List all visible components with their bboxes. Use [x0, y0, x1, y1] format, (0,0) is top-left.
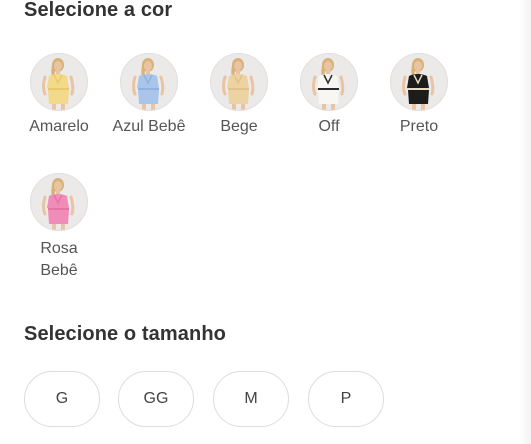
size-option-m[interactable]: M [213, 371, 289, 427]
dress-photo-icon [402, 58, 435, 110]
color-thumbnail [30, 53, 88, 111]
color-thumbnail [120, 53, 178, 111]
color-option-rosa-bebe[interactable]: Rosa Bebê [14, 173, 104, 282]
size-option-gg[interactable]: GG [118, 371, 194, 427]
size-section-title: Selecione o tamanho [24, 323, 226, 345]
color-option-off[interactable]: Off [284, 53, 374, 137]
color-option-label: Off [318, 118, 340, 135]
color-thumbnail [390, 53, 448, 111]
dress-photo-icon [42, 58, 75, 110]
color-option-azul-bebe[interactable]: Azul Bebê [104, 53, 194, 137]
color-thumbnail [30, 173, 88, 231]
color-option-label: Preto [399, 118, 439, 135]
color-option-amarelo[interactable]: Amarelo [14, 53, 104, 137]
dress-photo-icon [42, 178, 75, 230]
dress-photo-icon [222, 58, 255, 110]
size-option-p[interactable]: P [308, 371, 384, 427]
color-option-preto[interactable]: Preto [374, 53, 464, 137]
color-section-title: Selecione a cor [24, 0, 173, 21]
color-option-bege[interactable]: Bege [194, 53, 284, 137]
color-thumbnail [210, 53, 268, 111]
color-option-label: Bege [220, 118, 258, 135]
color-option-label: Azul Bebê [112, 118, 186, 135]
dress-photo-icon [312, 58, 345, 110]
dress-photo-icon [132, 58, 165, 110]
color-thumbnail [300, 53, 358, 111]
color-option-label: Rosa Bebê [40, 240, 78, 279]
color-option-label: Amarelo [29, 118, 89, 135]
right-edge-shade [519, 0, 531, 444]
size-option-g[interactable]: G [24, 371, 100, 427]
